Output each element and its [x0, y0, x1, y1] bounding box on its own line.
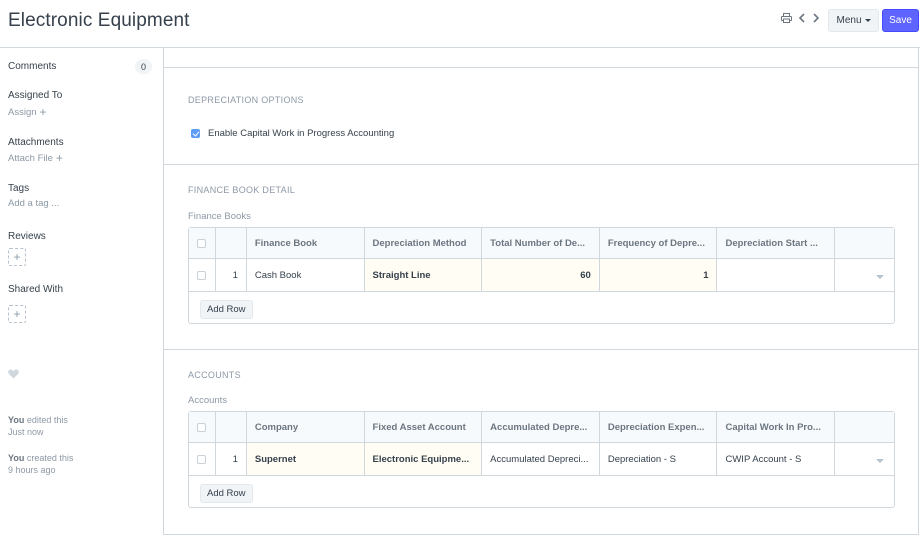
table-header: Company Fixed Asset Account Accumulated … — [189, 412, 894, 443]
column-header: Finance Book — [247, 228, 365, 258]
row-index: 1 — [216, 443, 247, 475]
section-heading: ACCOUNTS — [188, 370, 241, 380]
activity-item: You edited this Just now — [8, 414, 68, 438]
row-select-cell — [189, 259, 216, 291]
column-header — [835, 228, 894, 258]
column-header: Company — [247, 412, 365, 442]
column-header: Capital Work In Pro... — [717, 412, 836, 442]
row-checkbox[interactable] — [197, 270, 207, 280]
cwip-checkbox-label: Enable Capital Work in Progress Accounti… — [208, 128, 395, 139]
accumulated-depreciation-cell[interactable]: Accumulated Depreci... — [482, 443, 600, 475]
reviews-label: Reviews — [8, 231, 46, 242]
save-button[interactable]: Save — [882, 9, 919, 32]
cwip-account-cell[interactable]: CWIP Account - S — [717, 443, 836, 475]
assigned-to-label: Assigned To — [8, 90, 63, 101]
add-tag-link[interactable]: Add a tag ... — [8, 198, 59, 209]
attachments-label: Attachments — [8, 137, 64, 148]
depreciation-expense-cell[interactable]: Depreciation - S — [600, 443, 718, 475]
activity-action: edited this — [24, 415, 68, 425]
column-header: Accumulated Depre... — [482, 412, 600, 442]
column-header: Depreciation Expen... — [600, 412, 718, 442]
table-header: Finance Book Depreciation Method Total N… — [189, 228, 894, 259]
frequency-cell[interactable]: 1 — [599, 259, 718, 291]
select-all-checkbox[interactable] — [197, 238, 207, 248]
finance-book-cell[interactable]: Cash Book — [247, 259, 365, 291]
column-header: Fixed Asset Account — [365, 412, 483, 442]
add-share-button[interactable]: + — [8, 305, 26, 323]
fixed-asset-account-cell[interactable]: Electronic Equipme... — [364, 443, 483, 475]
column-header: Frequency of Depre... — [600, 228, 718, 258]
finance-book-section: FINANCE BOOK DETAIL Finance Books Financ… — [164, 165, 919, 350]
comments-label[interactable]: Comments — [8, 61, 56, 72]
cwip-checkbox-row[interactable]: Enable Capital Work in Progress Accounti… — [191, 128, 394, 139]
table-label: Accounts — [188, 395, 228, 406]
next-doc-icon[interactable] — [812, 13, 820, 23]
caret-down-icon — [864, 19, 871, 22]
section-heading: DEPRECIATION OPTIONS — [188, 95, 304, 105]
column-header: Depreciation Method — [365, 228, 483, 258]
form-sidebar: Comments 0 Assigned To Assign + Attachme… — [0, 48, 163, 538]
page-title: Electronic Equipment — [8, 10, 190, 31]
tags-label: Tags — [8, 183, 30, 194]
table-row[interactable]: 1 Supernet Electronic Equipme... Accumul… — [189, 443, 894, 476]
row-edit-cell[interactable] — [835, 443, 894, 475]
assign-link[interactable]: Assign + — [8, 105, 47, 119]
plus-icon: + — [13, 250, 21, 264]
activity-item: You created this 9 hours ago — [8, 452, 73, 476]
activity-time: 9 hours ago — [8, 465, 56, 475]
add-row-button[interactable]: Add Row — [200, 300, 253, 319]
column-header: Depreciation Start ... — [717, 228, 836, 258]
row-select-cell — [189, 443, 216, 475]
row-edit-cell[interactable] — [835, 259, 894, 291]
plus-icon: + — [55, 151, 63, 165]
index-header — [216, 412, 247, 442]
depreciation-start-cell[interactable] — [717, 259, 836, 291]
menu-button-label: Menu — [836, 15, 862, 26]
column-header — [835, 412, 894, 442]
depreciation-options-section: DEPRECIATION OPTIONS Enable Capital Work… — [164, 68, 919, 165]
table-row[interactable]: 1 Cash Book Straight Line 60 1 — [189, 259, 894, 292]
company-cell[interactable]: Supernet — [246, 443, 365, 475]
depreciation-method-cell[interactable]: Straight Line — [364, 259, 483, 291]
form-body: DEPRECIATION OPTIONS Enable Capital Work… — [163, 48, 919, 535]
total-depreciations-cell[interactable]: 60 — [482, 259, 600, 291]
cwip-checkbox[interactable] — [191, 129, 200, 138]
add-review-button[interactable]: + — [8, 248, 26, 266]
select-all-cell — [189, 412, 216, 442]
assign-link-label: Assign — [8, 107, 37, 118]
previous-doc-icon[interactable] — [798, 13, 806, 23]
print-icon[interactable] — [781, 13, 792, 23]
plus-icon: + — [39, 105, 47, 119]
like-heart-icon[interactable] — [8, 369, 19, 382]
index-header — [216, 228, 247, 258]
row-checkbox[interactable] — [197, 454, 207, 464]
attach-file-label: Attach File — [8, 153, 53, 164]
comments-count-badge: 0 — [135, 59, 152, 74]
add-row-button[interactable]: Add Row — [200, 484, 253, 503]
header-icons — [781, 13, 820, 23]
activity-action: created this — [24, 453, 74, 463]
row-index: 1 — [216, 259, 247, 291]
activity-actor: You — [8, 415, 25, 425]
form-top-strip — [164, 48, 919, 68]
activity-actor: You — [8, 453, 25, 463]
shared-with-label: Shared With — [8, 284, 64, 295]
activity-time: Just now — [8, 427, 44, 437]
menu-button[interactable]: Menu — [828, 9, 879, 32]
column-header: Total Number of De... — [482, 228, 600, 258]
plus-icon: + — [13, 307, 21, 321]
accounts-section: ACCOUNTS Accounts Company Fixed Asset Ac… — [164, 350, 919, 535]
chevron-down-icon[interactable] — [876, 459, 884, 463]
finance-books-table: Finance Book Depreciation Method Total N… — [188, 227, 895, 324]
page-header: Electronic Equipment Menu Save — [0, 0, 920, 48]
accounts-table: Company Fixed Asset Account Accumulated … — [188, 411, 895, 508]
select-all-cell — [189, 228, 216, 258]
section-heading: FINANCE BOOK DETAIL — [188, 185, 296, 195]
attach-file-link[interactable]: Attach File + — [8, 151, 63, 165]
chevron-down-icon[interactable] — [876, 275, 884, 279]
select-all-checkbox[interactable] — [197, 422, 207, 432]
table-label: Finance Books — [188, 211, 251, 222]
